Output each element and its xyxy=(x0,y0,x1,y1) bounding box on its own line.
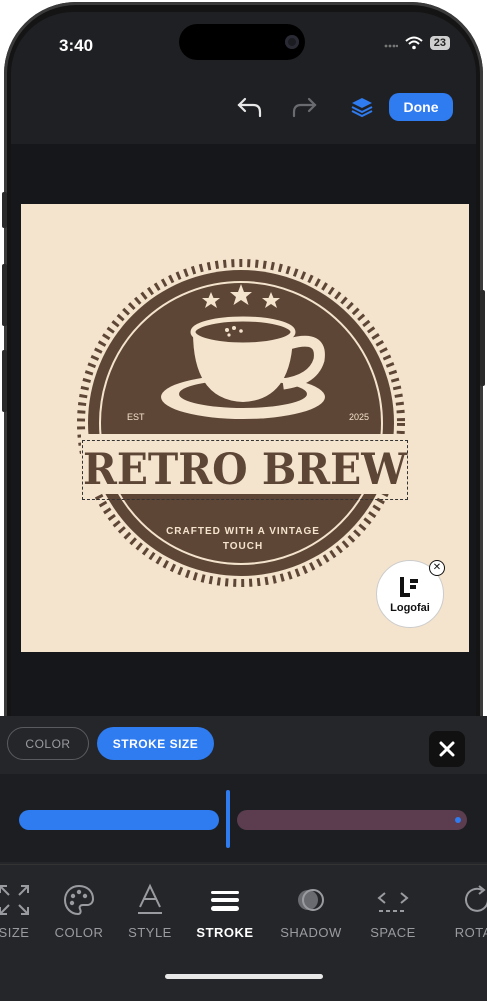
logofai-logo-icon xyxy=(400,576,418,597)
font-style-icon xyxy=(138,883,162,914)
status-time: 3:40 xyxy=(59,36,94,55)
palette-icon xyxy=(63,884,95,916)
tool-label: COLOR xyxy=(54,925,104,940)
tool-stroke[interactable]: STROKE xyxy=(185,883,265,940)
done-button[interactable]: Done xyxy=(389,93,453,121)
layers-icon xyxy=(351,98,373,118)
tool-label: ROTAT xyxy=(454,925,487,940)
layers-button[interactable] xyxy=(345,90,379,124)
status-icons: 23 xyxy=(384,36,450,50)
tool-label: SIZE xyxy=(0,925,30,940)
shadow-icon xyxy=(298,889,324,911)
tool-shadow[interactable]: SHADOW xyxy=(271,883,351,940)
logofai-watermark[interactable]: Logofai ✕ xyxy=(376,560,445,628)
slider-thumb[interactable] xyxy=(226,790,230,848)
rotate-icon xyxy=(465,885,487,912)
letter-spacing-icon xyxy=(377,892,409,912)
slider-track[interactable] xyxy=(237,810,467,830)
tool-space[interactable]: SPACE xyxy=(353,883,433,940)
close-panel-button[interactable] xyxy=(429,731,465,767)
home-indicator[interactable] xyxy=(165,974,323,979)
close-icon xyxy=(439,741,455,757)
cellular-signal-icon xyxy=(384,44,398,48)
logo-artboard[interactable]: EST 2025 RETRO BREW CRAFTED WITH A VINTA… xyxy=(21,204,469,652)
tool-label: STROKE xyxy=(196,925,254,940)
side-button-power xyxy=(480,290,485,386)
wifi-icon xyxy=(405,36,423,50)
tool-label: STYLE xyxy=(128,925,172,940)
tagline-line-1: CRAFTED WITH A VINTAGE xyxy=(166,526,320,537)
tool-rotate[interactable]: ROTAT xyxy=(437,883,487,940)
dynamic-island xyxy=(179,24,305,60)
tool-label: SHADOW xyxy=(280,925,342,940)
est-label: EST xyxy=(127,412,145,422)
tool-style[interactable]: STYLE xyxy=(110,883,190,940)
slider-end-dot xyxy=(455,817,461,823)
battery-indicator: 23 xyxy=(429,36,450,50)
tab-color[interactable]: COLOR xyxy=(7,727,89,760)
stroke-lines-icon xyxy=(211,891,239,911)
watermark-label: Logofai xyxy=(390,601,430,614)
stroke-size-slider[interactable] xyxy=(0,774,487,862)
tagline-line-2: TOUCH xyxy=(223,541,263,552)
side-button-volume-down xyxy=(2,350,7,412)
slider-fill xyxy=(19,810,219,830)
tab-stroke-size[interactable]: STROKE SIZE xyxy=(97,727,214,760)
undo-button[interactable] xyxy=(233,90,267,124)
front-camera xyxy=(285,35,299,49)
tool-label: SPACE xyxy=(370,925,416,940)
tool-bar: SIZE COLOR STYLE STROKE SHADOW SPACE ROT… xyxy=(0,864,487,1001)
remove-watermark-icon[interactable]: ✕ xyxy=(429,560,445,576)
canvas-area: EST 2025 RETRO BREW CRAFTED WITH A VINTA… xyxy=(11,144,476,716)
side-button-volume-up xyxy=(2,264,7,326)
year-label: 2025 xyxy=(349,412,369,422)
selected-text-box[interactable] xyxy=(82,440,408,500)
redo-button[interactable] xyxy=(287,90,321,124)
tool-color[interactable]: COLOR xyxy=(39,883,119,940)
resize-icon xyxy=(0,885,29,915)
redo-icon xyxy=(292,97,317,118)
edit-panel: COLOR STROKE SIZE SIZE COLOR STYLE STROK… xyxy=(0,716,487,1001)
undo-icon xyxy=(237,97,262,118)
side-button-action xyxy=(2,192,7,228)
